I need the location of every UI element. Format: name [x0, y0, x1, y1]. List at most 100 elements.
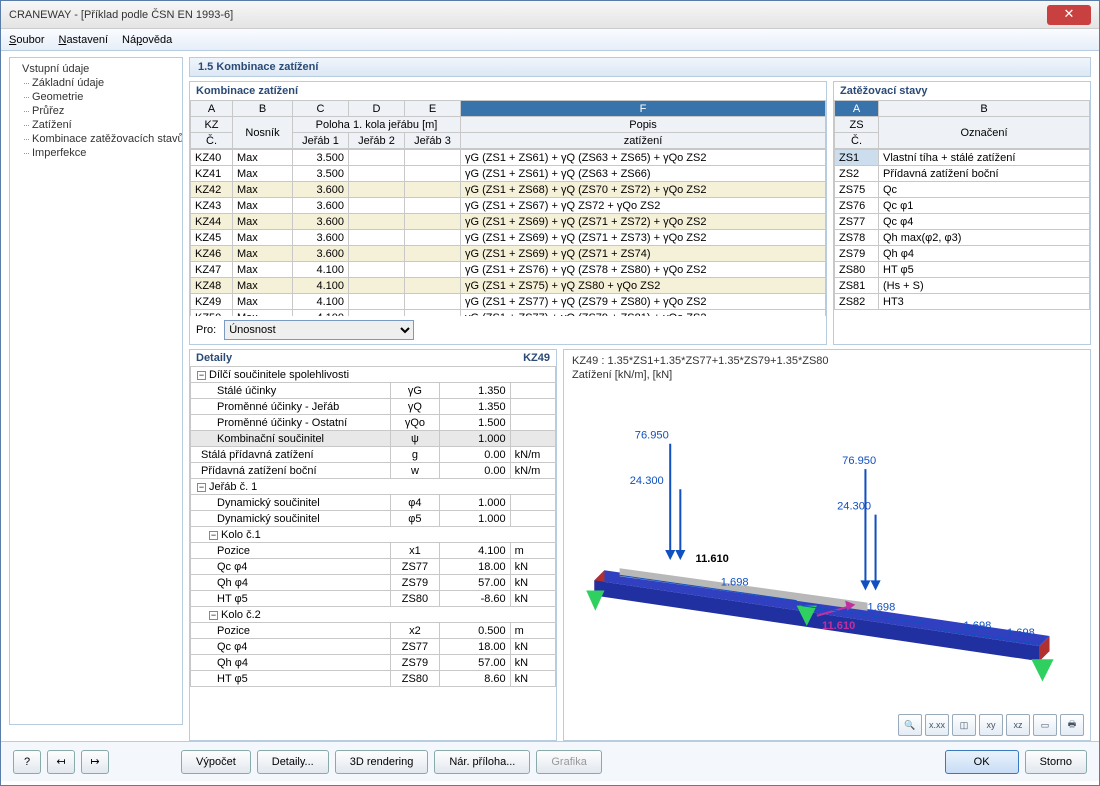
- svg-text:1.698: 1.698: [1007, 627, 1035, 639]
- tool-values-icon[interactable]: x.xx: [925, 714, 949, 736]
- tool-xy-icon[interactable]: xy: [979, 714, 1003, 736]
- table-row[interactable]: Qc φ4ZS7718.00kN: [191, 559, 556, 575]
- table-row[interactable]: ZS77Qc φ4: [835, 214, 1090, 230]
- svg-text:1.698: 1.698: [867, 602, 895, 614]
- render-group: KZ49 : 1.35*ZS1+1.35*ZS77+1.35*ZS79+1.35…: [563, 349, 1091, 741]
- table-row[interactable]: Dynamický součinitelφ41.000: [191, 495, 556, 511]
- force-1: 76.950: [635, 430, 669, 442]
- graphics-button[interactable]: Grafika: [536, 750, 601, 774]
- table-row[interactable]: Pozicex14.100m: [191, 543, 556, 559]
- table-row[interactable]: Qh φ4ZS7957.00kN: [191, 655, 556, 671]
- table-row[interactable]: ZS79Qh φ4: [835, 246, 1090, 262]
- svg-text:11.610: 11.610: [696, 553, 729, 565]
- for-label: Pro:: [196, 324, 216, 336]
- svg-text:24.300: 24.300: [837, 501, 871, 513]
- table-row[interactable]: Kombinační součinitelψ1.000: [191, 431, 556, 447]
- table-row[interactable]: ZS2Přídavná zatížení boční: [835, 166, 1090, 182]
- render-canvas[interactable]: 76.950 24.300 76.950 24.300 11.610 11.61…: [564, 390, 1090, 710]
- svg-text:1.698: 1.698: [721, 576, 749, 588]
- table-row[interactable]: KZ44Max3.600γG (ZS1 + ZS69) + γQ (ZS71 +…: [191, 214, 826, 230]
- details-group: Detaily KZ49 −Dílčí součinitele spolehli…: [189, 349, 557, 741]
- table-row[interactable]: ZS82HT3: [835, 294, 1090, 310]
- titlebar: CRANEWAY - [Příklad podle ČSN EN 1993-6]…: [1, 1, 1099, 29]
- ok-button[interactable]: OK: [945, 750, 1019, 774]
- table-row[interactable]: ZS76Qc φ1: [835, 198, 1090, 214]
- table-row[interactable]: ZS75Qc: [835, 182, 1090, 198]
- menu-settings[interactable]: Nastavení: [58, 34, 108, 46]
- table-row[interactable]: KZ49Max4.100γG (ZS1 + ZS77) + γQ (ZS79 +…: [191, 294, 826, 310]
- table-row[interactable]: KZ41Max3.500γG (ZS1 + ZS61) + γQ (ZS63 +…: [191, 166, 826, 182]
- svg-text:24.300: 24.300: [630, 475, 664, 487]
- table-row[interactable]: ZS78Qh max(φ2, φ3): [835, 230, 1090, 246]
- footer: ? ↤ ↦ Výpočet Detaily... 3D rendering Ná…: [1, 741, 1099, 781]
- window-title: CRANEWAY - [Příklad podle ČSN EN 1993-6]: [9, 9, 1047, 21]
- loadstates-group: Zatěžovací stavy AB ZSOznačení Č. ZS1Vla…: [833, 81, 1091, 345]
- tool-print-icon[interactable]: 🖶: [1060, 714, 1084, 736]
- details-button[interactable]: Detaily...: [257, 750, 329, 774]
- sidebar-item[interactable]: Zatížení: [10, 118, 182, 132]
- table-row[interactable]: −Kolo č.1: [191, 527, 556, 543]
- table-row[interactable]: KZ46Max3.600γG (ZS1 + ZS69) + γQ (ZS71 +…: [191, 246, 826, 262]
- sidebar-item[interactable]: Geometrie: [10, 90, 182, 104]
- render3d-button[interactable]: 3D rendering: [335, 750, 429, 774]
- table-row[interactable]: Qh φ4ZS7957.00kN: [191, 575, 556, 591]
- table-row[interactable]: −Dílčí součinitele spolehlivosti: [191, 367, 556, 383]
- sidebar-item[interactable]: Základní údaje: [10, 76, 182, 90]
- sidebar-hscroll[interactable]: [9, 725, 183, 741]
- svg-text:76.950: 76.950: [842, 455, 876, 467]
- table-row[interactable]: ZS80HT φ5: [835, 262, 1090, 278]
- table-row[interactable]: ZS81(Hs + S): [835, 278, 1090, 294]
- table-row[interactable]: KZ42Max3.600γG (ZS1 + ZS68) + γQ (ZS70 +…: [191, 182, 826, 198]
- combinations-title: Kombinace zatížení: [190, 82, 826, 100]
- for-select[interactable]: Únosnost: [224, 320, 414, 340]
- loadstates-header: AB ZSOznačení Č.: [834, 100, 1090, 149]
- calc-button[interactable]: Výpočet: [181, 750, 251, 774]
- sidebar: Vstupní údaje Základní údajeGeometriePrů…: [9, 57, 183, 725]
- loadstates-title: Zatěžovací stavy: [834, 82, 1090, 100]
- table-row[interactable]: −Jeřáb č. 1: [191, 479, 556, 495]
- table-row[interactable]: −Kolo č.2: [191, 607, 556, 623]
- sidebar-root[interactable]: Vstupní údaje: [10, 62, 182, 76]
- table-row[interactable]: ZS1Vlastní tíha + stálé zatížení: [835, 150, 1090, 166]
- details-title: Detaily: [196, 352, 232, 364]
- next-button[interactable]: ↦: [81, 750, 109, 774]
- table-row[interactable]: KZ47Max4.100γG (ZS1 + ZS76) + γQ (ZS78 +…: [191, 262, 826, 278]
- sidebar-item[interactable]: Průřez: [10, 104, 182, 118]
- loadstates-table[interactable]: ZS1Vlastní tíha + stálé zatíženíZS2Přída…: [834, 149, 1090, 310]
- table-row[interactable]: Proměnné účinky - JeřábγQ1.350: [191, 399, 556, 415]
- tool-xz-icon[interactable]: xz: [1006, 714, 1030, 736]
- cancel-button[interactable]: Storno: [1025, 750, 1087, 774]
- table-row[interactable]: Pozicex20.500m: [191, 623, 556, 639]
- tool-zoom-icon[interactable]: 🔍: [898, 714, 922, 736]
- table-row[interactable]: KZ43Max3.600γG (ZS1 + ZS67) + γQ ZS72 + …: [191, 198, 826, 214]
- close-icon[interactable]: ✕: [1047, 5, 1091, 25]
- table-row[interactable]: HT φ5ZS808.60kN: [191, 671, 556, 687]
- details-table[interactable]: −Dílčí součinitele spolehlivostiStálé úč…: [190, 366, 556, 687]
- table-row[interactable]: KZ48Max4.100γG (ZS1 + ZS75) + γQ ZS80 + …: [191, 278, 826, 294]
- section-title: 1.5 Kombinace zatížení: [189, 57, 1091, 77]
- app-window: CRANEWAY - [Příklad podle ČSN EN 1993-6]…: [0, 0, 1100, 786]
- table-row[interactable]: HT φ5ZS80-8.60kN: [191, 591, 556, 607]
- table-row[interactable]: Stálé účinkyγG1.350: [191, 383, 556, 399]
- render-line2: Zatížení [kN/m], [kN]: [572, 368, 1082, 382]
- menubar: Soubor Nastavení Nápověda: [1, 29, 1099, 51]
- help-button[interactable]: ?: [13, 750, 41, 774]
- annex-button[interactable]: Nár. příloha...: [434, 750, 530, 774]
- table-row[interactable]: KZ40Max3.500γG (ZS1 + ZS61) + γQ (ZS63 +…: [191, 150, 826, 166]
- table-row[interactable]: Dynamický součinitelφ51.000: [191, 511, 556, 527]
- menu-help[interactable]: Nápověda: [122, 34, 172, 46]
- tool-box-icon[interactable]: ▭: [1033, 714, 1057, 736]
- menu-file[interactable]: Soubor: [9, 34, 44, 46]
- table-row[interactable]: KZ45Max3.600γG (ZS1 + ZS69) + γQ (ZS71 +…: [191, 230, 826, 246]
- combinations-table[interactable]: KZ40Max3.500γG (ZS1 + ZS61) + γQ (ZS63 +…: [190, 149, 826, 316]
- sidebar-item[interactable]: Imperfekce: [10, 146, 182, 160]
- table-row[interactable]: Qc φ4ZS7718.00kN: [191, 639, 556, 655]
- sidebar-item[interactable]: Kombinace zatěžovacích stavů: [10, 132, 182, 146]
- table-row[interactable]: Proměnné účinky - OstatníγQo1.500: [191, 415, 556, 431]
- combinations-group: Kombinace zatížení A B C D E F KZ Nosn: [189, 81, 827, 345]
- table-row[interactable]: Stálá přídavná zatíženíg0.00kN/m: [191, 447, 556, 463]
- table-row[interactable]: Přídavná zatížení bočníw0.00kN/m: [191, 463, 556, 479]
- tool-iso-icon[interactable]: ◫: [952, 714, 976, 736]
- prev-button[interactable]: ↤: [47, 750, 75, 774]
- render-line1: KZ49 : 1.35*ZS1+1.35*ZS77+1.35*ZS79+1.35…: [572, 354, 1082, 368]
